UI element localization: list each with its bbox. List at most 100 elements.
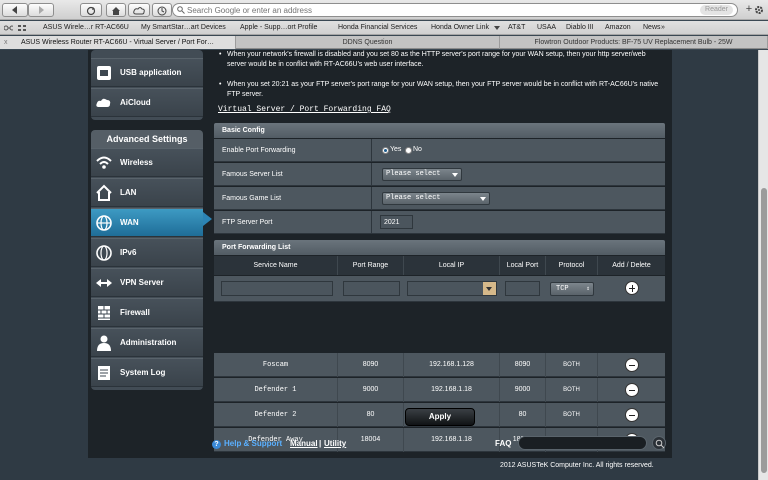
scrollbar-thumb[interactable] (761, 188, 767, 473)
updown-icon: ⇕ (586, 285, 590, 292)
tab-bar: x ASUS Wireless Router RT-AC66U - Virtua… (0, 36, 768, 49)
apply-button[interactable]: Apply (405, 408, 475, 426)
sidebar-item-lan[interactable]: LAN (91, 178, 203, 207)
bookmark-item[interactable]: AT&T (508, 21, 525, 34)
sidebar-item-wireless[interactable]: Wireless (91, 148, 203, 177)
bookmark-item[interactable]: News (643, 21, 661, 34)
radio-yes[interactable] (382, 147, 389, 154)
scrollbar[interactable] (758, 50, 768, 480)
faq-search-input[interactable] (518, 436, 647, 450)
reload-button[interactable] (80, 3, 102, 17)
protocol-select[interactable]: TCP ⇕ (550, 282, 594, 296)
bullet: • (219, 81, 222, 88)
history-button[interactable] (152, 3, 172, 17)
delete-rule-button[interactable] (625, 383, 639, 397)
sidebar-item-vpn-server[interactable]: VPN Server (91, 268, 203, 297)
sidebar-item-label: Administration (120, 338, 177, 347)
local-port-input[interactable] (505, 281, 540, 296)
radio-yes-label: Yes (390, 146, 402, 153)
bookmark-item[interactable]: Apple - Supp…ort Profile (240, 21, 317, 34)
cell-service: Foscam (214, 353, 338, 377)
bookmark-item[interactable]: Amazon (605, 21, 631, 34)
cloud-icon (96, 98, 111, 107)
home-button[interactable] (106, 3, 126, 17)
globe-icon (96, 215, 112, 231)
ftp-port-input[interactable] (380, 215, 413, 229)
cell-protocol: BOTH (546, 378, 598, 402)
famous-game-row: Famous Game List Please select (214, 187, 665, 210)
bookmarks-bar: ASUS Wirele…r RT-AC66U My SmartStar…art … (0, 21, 768, 35)
chevron-down-icon[interactable] (483, 282, 496, 295)
forward-button[interactable] (28, 3, 54, 17)
bookmark-item[interactable]: Honda Owner Link (431, 21, 489, 34)
famous-server-label: Famous Server List (214, 163, 372, 186)
cell-protocol: BOTH (546, 353, 598, 377)
add-rule-button[interactable] (625, 281, 639, 295)
sidebar-item-aicloud[interactable]: AiCloud (91, 88, 203, 117)
sidebar-item-label: WAN (120, 218, 139, 227)
port-range-input[interactable] (343, 281, 400, 296)
table-row: Foscam 8090 192.168.1.128 8090 BOTH (214, 353, 665, 377)
cell-port-range: 80 (338, 403, 404, 427)
bookmark-item[interactable]: ASUS Wirele…r RT-AC66U (43, 21, 129, 34)
home-icon (112, 7, 120, 15)
bookmark-item[interactable]: Honda Financial Services (338, 21, 417, 34)
home-icon (96, 184, 112, 201)
firewall-icon (98, 306, 110, 320)
icloud-tabs-button[interactable] (128, 3, 150, 17)
delete-rule-button[interactable] (625, 358, 639, 372)
faq-label: FAQ (495, 439, 512, 448)
famous-game-label: Famous Game List (214, 187, 372, 210)
manual-link[interactable]: Manual (290, 439, 318, 448)
ftp-port-row: FTP Server Port (214, 211, 665, 234)
service-name-input[interactable] (221, 281, 333, 296)
sidebar-item-label: LAN (120, 188, 137, 197)
select-value: Please select (386, 194, 441, 202)
sidebar-item-administration[interactable]: Administration (91, 328, 203, 357)
local-ip-select[interactable] (407, 281, 497, 296)
bookmark-menu-chevron[interactable]: » (661, 21, 665, 34)
admin-icon (97, 335, 111, 351)
settings-button[interactable] (754, 3, 768, 17)
bookmark-item[interactable]: Diablo III (566, 21, 594, 34)
minus-icon (629, 365, 635, 366)
sidebar-item-label: VPN Server (120, 278, 164, 287)
famous-server-row: Famous Server List Please select (214, 163, 665, 186)
famous-server-select[interactable]: Please select (382, 168, 462, 181)
bookmark-item[interactable]: My SmartStar…art Devices (141, 21, 226, 34)
address-bar[interactable]: Reader (172, 3, 738, 17)
close-icon[interactable]: x (4, 36, 8, 49)
usb-icon (97, 66, 111, 80)
radio-no[interactable] (405, 147, 412, 154)
faq-link[interactable]: Virtual Server / Port Forwarding FAQ (218, 105, 391, 114)
active-pointer-icon (203, 212, 212, 226)
bookmark-item[interactable]: USAA (537, 21, 556, 34)
reader-button[interactable]: Reader (700, 5, 733, 15)
sidebar-item-firewall[interactable]: Firewall (91, 298, 203, 327)
vpn-icon (96, 279, 112, 287)
table-row: Defender 1 9000 192.168.1.18 9000 BOTH (214, 378, 665, 402)
tab-asus-router[interactable]: x ASUS Wireless Router RT-AC66U - Virtua… (0, 36, 236, 49)
back-arrow-icon (12, 6, 17, 14)
back-button[interactable] (2, 3, 28, 17)
tab-flowtron[interactable]: Flowtron Outdoor Products: BF-75 UV Repl… (500, 36, 768, 49)
sidebar-item-wan[interactable]: WAN (91, 208, 203, 237)
delete-rule-button[interactable] (625, 408, 639, 422)
select-value: TCP (556, 285, 569, 293)
sidebar-item-ipv6[interactable]: IPv6 (91, 238, 203, 267)
table-header: Service Name Port Range Local IP Local P… (214, 256, 665, 275)
browser-toolbar: Reader + (0, 0, 768, 20)
help-icon: ? (212, 440, 221, 449)
utility-link[interactable]: Utility (324, 439, 346, 448)
sidebar-item-usb-application[interactable]: USB application (91, 58, 203, 87)
note-text: When you set 20:21 as your FTP server's … (227, 81, 659, 98)
ipv6-icon (96, 245, 112, 261)
search-input[interactable] (187, 4, 687, 16)
footer-separator: | (319, 439, 322, 448)
famous-game-select[interactable]: Please select (382, 192, 490, 205)
sidebar-item-system-log[interactable]: System Log (91, 358, 203, 387)
sidebar-item-label: System Log (120, 368, 166, 377)
bullet: • (219, 51, 222, 58)
tab-ddns[interactable]: DDNS Question (236, 36, 500, 49)
faq-search-button[interactable] (652, 436, 666, 450)
